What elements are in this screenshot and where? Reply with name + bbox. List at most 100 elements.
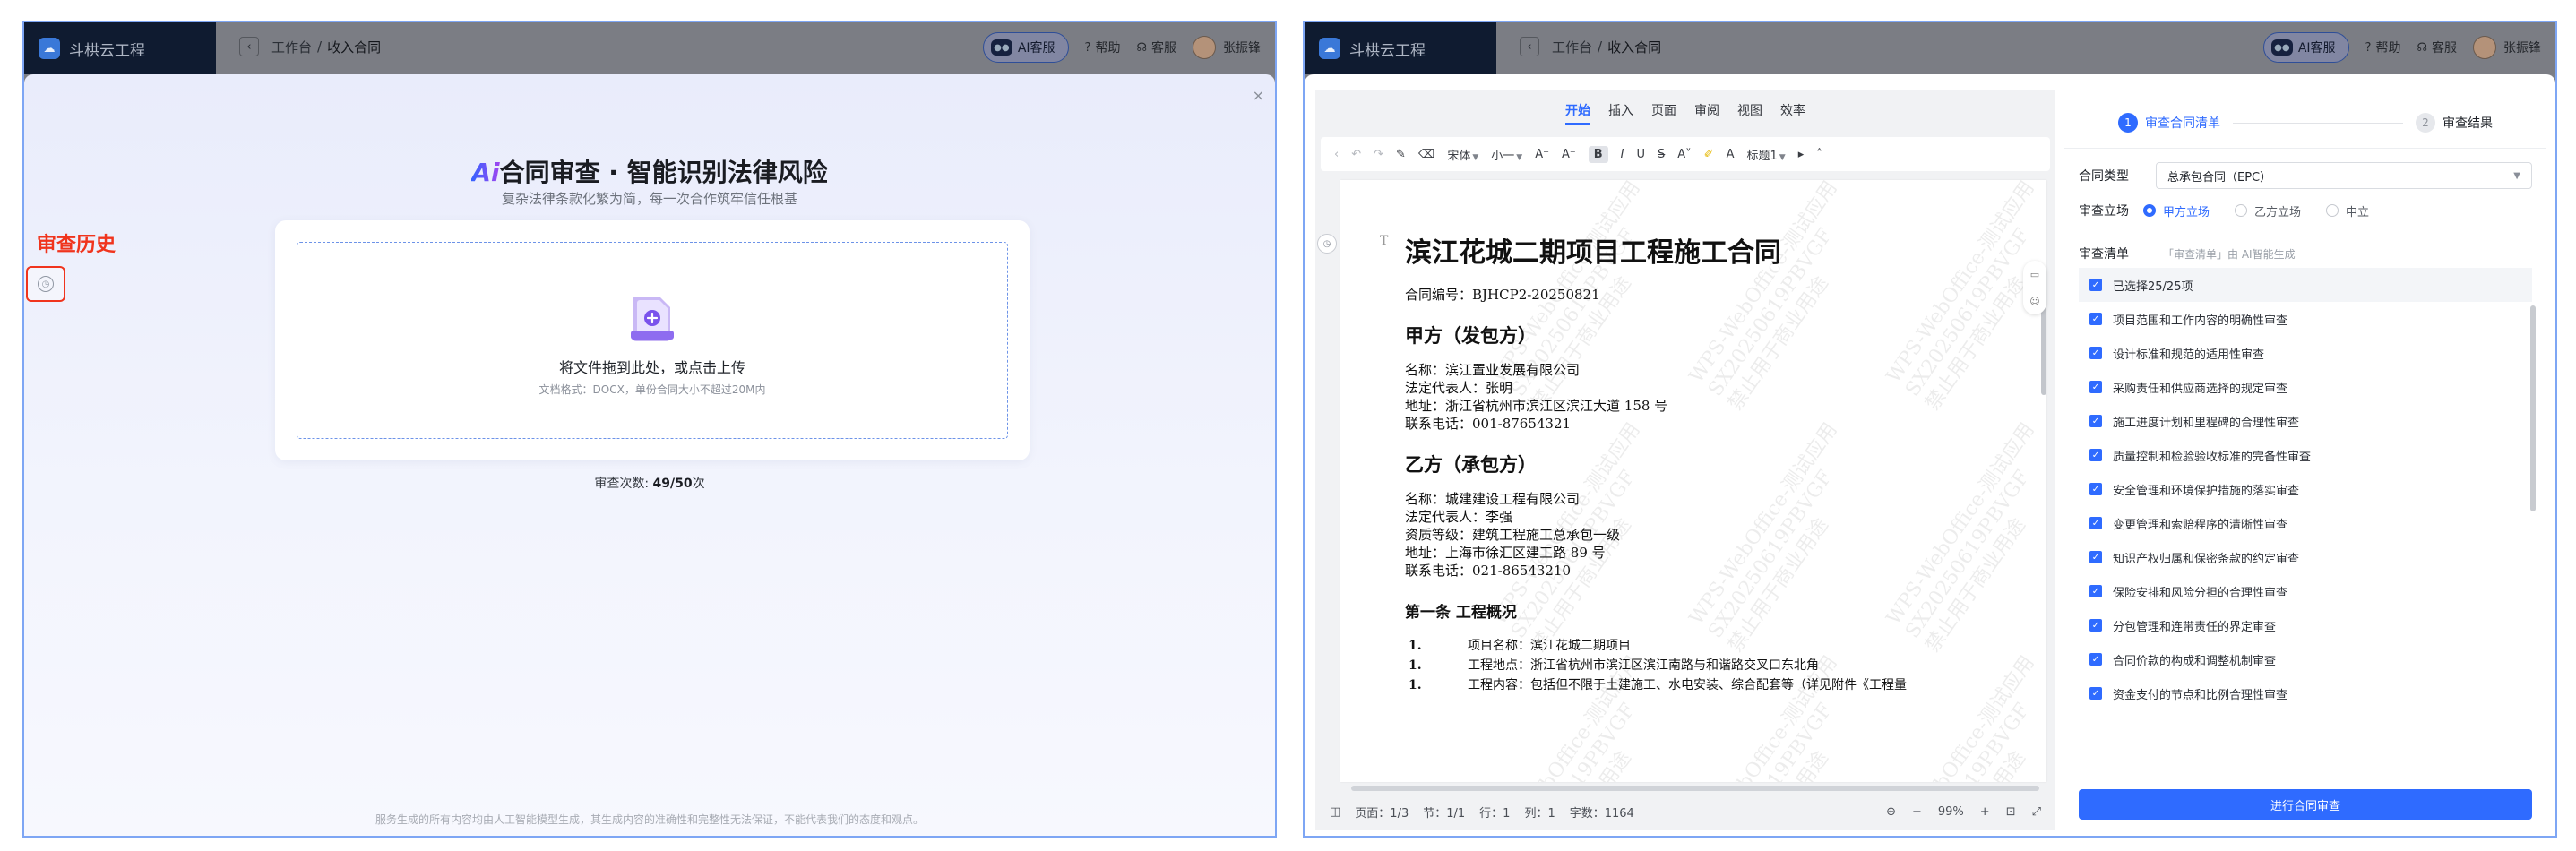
tab-efficiency[interactable]: 效率 <box>1780 101 1805 125</box>
start-review-button[interactable]: 进行合同审查 <box>2079 789 2532 820</box>
fit-page-icon[interactable]: ⊡ <box>2006 805 2016 819</box>
italic-icon[interactable]: I <box>1621 148 1624 161</box>
undo-icon[interactable]: ↶ <box>1351 148 1361 161</box>
review-checklist-item[interactable]: ✓ 合同价款的构成和调整机制审查 <box>2079 642 2532 676</box>
select-all-checkbox[interactable]: ✓ 已选择25/25项 <box>2079 268 2532 302</box>
avatar[interactable] <box>2473 36 2496 59</box>
review-checklist-item[interactable]: ✓ 施工进度计划和里程碑的合理性审查 <box>2079 404 2532 438</box>
globe-icon[interactable]: ⊕ <box>1886 805 1896 819</box>
review-history-button[interactable]: ◷ <box>26 266 65 302</box>
checklist-item-label: 资金支付的节点和比例合理性审查 <box>2113 688 2288 702</box>
zoom-out-icon[interactable]: − <box>1912 805 1922 819</box>
service-link[interactable]: ☊ 客服 <box>2417 39 2457 56</box>
review-checklist-item[interactable]: ✓ 分包管理和连带责任的界定审查 <box>2079 608 2532 642</box>
font-size-select[interactable]: 小一 ▼ <box>1491 146 1522 163</box>
review-checklist-item[interactable]: ✓ 资金支付的节点和比例合理性审查 <box>2079 676 2532 710</box>
collapse-left-icon[interactable]: ‹ <box>1334 148 1339 161</box>
review-checklist-item[interactable]: ✓ 质量控制和检验验收标准的完备性审查 <box>2079 438 2532 472</box>
review-checklist-item[interactable]: ✓ 项目范围和工作内容的明确性审查 <box>2079 302 2532 336</box>
review-checklist-item[interactable]: ✓ 变更管理和索赔程序的清晰性审查 <box>2079 506 2532 540</box>
tab-view[interactable]: 视图 <box>1737 101 1762 125</box>
zoom-in-icon[interactable]: + <box>1980 805 1990 819</box>
comment-icon[interactable]: ▭ <box>2030 269 2039 280</box>
help-link[interactable]: ? 帮助 <box>1085 39 1121 56</box>
font-shrink-icon[interactable]: A⁻ <box>1562 148 1576 161</box>
review-checklist-item[interactable]: ✓ 知识产权归属和保密条款的约定审查 <box>2079 540 2532 574</box>
zoom-level[interactable]: 99% <box>1938 805 1964 819</box>
breadcrumb-workbench[interactable]: 工作台 <box>271 38 312 56</box>
service-label: 客服 <box>2432 41 2457 56</box>
user-name[interactable]: 张振锋 <box>2503 39 2541 56</box>
step-review-list[interactable]: 1 审查合同清单 <box>2118 113 2220 133</box>
brand[interactable]: ☁ 斗栱云工程 <box>24 22 216 74</box>
contract-type-select[interactable]: 总承包合同（EPC） ▼ <box>2156 162 2532 189</box>
tab-insert[interactable]: 插入 <box>1608 101 1633 125</box>
fullscreen-icon[interactable]: ⤢ <box>2032 805 2041 819</box>
document-page[interactable]: WPS-WebOffice-测试应用 SX20250619PBVGF 禁止用于商业用… <box>1340 180 2046 782</box>
strikethrough-icon[interactable]: S <box>1658 148 1665 161</box>
smile-icon[interactable]: ☺ <box>2029 296 2039 307</box>
breadcrumb-workbench[interactable]: 工作台 <box>1552 38 1592 56</box>
robot-icon: ●● <box>2270 39 2293 56</box>
history-clock-icon[interactable]: ◷ <box>1317 234 1337 254</box>
tab-review[interactable]: 审阅 <box>1694 101 1719 125</box>
font-family-select[interactable]: 宋体 ▼ <box>1447 146 1478 163</box>
service-link[interactable]: ☊ 客服 <box>1136 39 1176 56</box>
review-checklist-item[interactable]: ✓ 安全管理和环境保护措施的落实审查 <box>2079 472 2532 506</box>
close-icon[interactable]: × <box>1253 87 1264 104</box>
breadcrumb-separator: / <box>317 39 323 55</box>
collapse-up-icon[interactable]: ˄ <box>1816 148 1822 161</box>
eraser-icon[interactable]: ⌫ <box>1418 148 1434 161</box>
review-checklist-item[interactable]: ✓ 采购责任和供应商选择的规定审查 <box>2079 370 2532 404</box>
font-grow-icon[interactable]: A⁺ <box>1535 148 1549 161</box>
redo-icon[interactable]: ↷ <box>1374 148 1383 161</box>
checklist-item-label: 合同价款的构成和调整机制审查 <box>2113 654 2277 668</box>
highlight-icon[interactable]: ✐ <box>1704 148 1714 161</box>
sidebar-toggle-icon[interactable]: ◫ <box>1330 805 1340 819</box>
ai-service-button[interactable]: ●● AI客服 <box>982 32 1069 63</box>
back-icon[interactable]: ‹ <box>239 37 259 56</box>
radio-label: 中立 <box>2346 205 2370 219</box>
more-right-icon[interactable]: ▸ <box>1798 148 1805 161</box>
radio-dot <box>2235 204 2248 217</box>
back-icon[interactable]: ‹ <box>1520 37 1539 56</box>
status-words: 字数：1164 <box>1569 806 1634 821</box>
step-review-result[interactable]: 2 审查结果 <box>2416 113 2493 133</box>
superscript-icon[interactable]: A˅ <box>1677 148 1691 161</box>
headset-icon: ☊ <box>1136 40 1147 55</box>
doc-line: 法定代表人：张明 <box>1405 380 1513 396</box>
radio-party-a[interactable]: 甲方立场 <box>2143 202 2210 219</box>
format-painter-icon[interactable]: ✎ <box>1396 148 1406 161</box>
user-name[interactable]: 张振锋 <box>1223 39 1261 56</box>
help-link[interactable]: ? 帮助 <box>2365 39 2401 56</box>
disclaimer: 服务生成的所有内容均由人工智能模型生成，其生成内容的准确性和完整性无法保证，不能… <box>375 813 924 826</box>
format-toolbar: ‹ ↶ ↷ ✎ ⌫ 宋体 ▼ 小一 ▼ A⁺ A⁻ B I U S A˅ ✐ A 标… <box>1321 137 2050 171</box>
checklist-item-label: 保险安排和风险分担的合理性审查 <box>2113 586 2288 600</box>
heading-style-select[interactable]: 标题1 ▼ <box>1746 146 1785 163</box>
doc-line: 地址：上海市徐汇区建工路 89 号 <box>1405 545 1606 561</box>
horizontal-scrollbar[interactable] <box>1351 786 2039 791</box>
top-actions: ●● AI客服 ? 帮助 ☊ 客服 张振锋 <box>982 32 1261 63</box>
underline-icon[interactable]: U <box>1636 148 1645 161</box>
font-size-value: 小一 <box>1491 149 1515 163</box>
breadcrumb-current: 收入合同 <box>1607 39 1662 56</box>
avatar[interactable] <box>1193 36 1216 59</box>
top-actions: ●● AI客服 ? 帮助 ☊ 客服 张振锋 <box>2262 32 2541 63</box>
upload-format-hint: 文档格式：DOCX，单份合同大小不超过20M内 <box>538 383 766 396</box>
tab-page[interactable]: 页面 <box>1651 101 1676 125</box>
upload-dropzone[interactable]: 将文件拖到此处，或点击上传 文档格式：DOCX，单份合同大小不超过20M内 <box>297 242 1008 439</box>
font-color-icon[interactable]: A <box>1727 148 1735 161</box>
review-checklist-item[interactable]: ✓ 设计标准和规范的适用性审查 <box>2079 336 2532 370</box>
checklist-item-label: 分包管理和连带责任的界定审查 <box>2113 620 2277 634</box>
brand[interactable]: ☁ 斗栱云工程 <box>1305 22 1496 74</box>
tab-home[interactable]: 开始 <box>1565 101 1590 125</box>
status-col: 列：1 <box>1524 806 1555 821</box>
checklist-scrollbar[interactable] <box>2530 305 2536 511</box>
watermark-line: 禁止用于商业用途 <box>1921 679 2046 782</box>
radio-party-b[interactable]: 乙方立场 <box>2235 202 2301 219</box>
review-count: 审查次数: 49/50次 <box>24 474 1275 492</box>
review-checklist-item[interactable]: ✓ 保险安排和风险分担的合理性审查 <box>2079 574 2532 608</box>
radio-neutral[interactable]: 中立 <box>2326 202 2369 219</box>
bold-icon[interactable]: B <box>1588 145 1608 163</box>
ai-service-button[interactable]: ●● AI客服 <box>2262 32 2349 63</box>
